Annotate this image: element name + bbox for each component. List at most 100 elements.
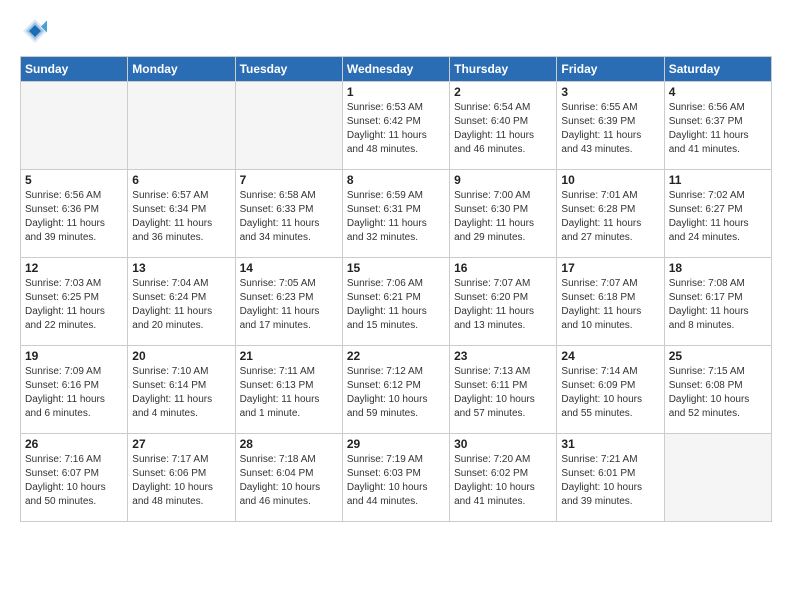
- day-info: Sunrise: 7:07 AM Sunset: 6:18 PM Dayligh…: [561, 277, 659, 333]
- day-number: 11: [669, 173, 767, 187]
- day-info: Sunrise: 6:56 AM Sunset: 6:37 PM Dayligh…: [669, 101, 767, 157]
- day-info: Sunrise: 6:59 AM Sunset: 6:31 PM Dayligh…: [347, 189, 445, 245]
- calendar-week-row: 1Sunrise: 6:53 AM Sunset: 6:42 PM Daylig…: [21, 82, 772, 170]
- calendar-cell: 18 Sunrise: 7:08 AM Sunset: 6:17 PM Dayli…: [664, 258, 771, 346]
- weekday-header-tuesday: Tuesday: [235, 57, 342, 82]
- day-number: 23: [454, 349, 552, 363]
- weekday-header-sunday: Sunday: [21, 57, 128, 82]
- calendar-cell: 10Sunrise: 7:01 AM Sunset: 6:28 PM Dayli…: [557, 170, 664, 258]
- logo-icon: [20, 16, 50, 46]
- calendar-cell: 29 Sunrise: 7:19 AM Sunset: 6:03 PM Dayli…: [342, 434, 449, 522]
- day-info: Sunrise: 6:55 AM Sunset: 6:39 PM Dayligh…: [561, 101, 659, 157]
- day-info: Sunrise: 6:53 AM Sunset: 6:42 PM Dayligh…: [347, 101, 445, 157]
- weekday-header-thursday: Thursday: [450, 57, 557, 82]
- day-number: 3: [561, 85, 659, 99]
- calendar-cell: 17 Sunrise: 7:07 AM Sunset: 6:18 PM Dayli…: [557, 258, 664, 346]
- calendar-cell: 9 Sunrise: 7:00 AM Sunset: 6:30 PM Daylig…: [450, 170, 557, 258]
- weekday-header-monday: Monday: [128, 57, 235, 82]
- day-number: 8: [347, 173, 445, 187]
- day-number: 14: [240, 261, 338, 275]
- day-number: 27: [132, 437, 230, 451]
- day-info: Sunrise: 7:05 AM Sunset: 6:23 PM Dayligh…: [240, 277, 338, 333]
- day-number: 9: [454, 173, 552, 187]
- calendar-cell: 25 Sunrise: 7:15 AM Sunset: 6:08 PM Dayli…: [664, 346, 771, 434]
- day-number: 22: [347, 349, 445, 363]
- calendar-cell: [21, 82, 128, 170]
- day-number: 15: [347, 261, 445, 275]
- day-info: Sunrise: 7:06 AM Sunset: 6:21 PM Dayligh…: [347, 277, 445, 333]
- day-info: Sunrise: 7:07 AM Sunset: 6:20 PM Dayligh…: [454, 277, 552, 333]
- day-info: Sunrise: 6:54 AM Sunset: 6:40 PM Dayligh…: [454, 101, 552, 157]
- day-number: 29: [347, 437, 445, 451]
- calendar-cell: 2Sunrise: 6:54 AM Sunset: 6:40 PM Daylig…: [450, 82, 557, 170]
- day-info: Sunrise: 7:12 AM Sunset: 6:12 PM Dayligh…: [347, 365, 445, 421]
- calendar-cell: 1Sunrise: 6:53 AM Sunset: 6:42 PM Daylig…: [342, 82, 449, 170]
- calendar-cell: 23 Sunrise: 7:13 AM Sunset: 6:11 PM Dayli…: [450, 346, 557, 434]
- day-info: Sunrise: 7:21 AM Sunset: 6:01 PM Dayligh…: [561, 453, 659, 509]
- day-info: Sunrise: 7:17 AM Sunset: 6:06 PM Dayligh…: [132, 453, 230, 509]
- weekday-header-row: SundayMondayTuesdayWednesdayThursdayFrid…: [21, 57, 772, 82]
- day-number: 25: [669, 349, 767, 363]
- day-number: 16: [454, 261, 552, 275]
- calendar-cell: 11 Sunrise: 7:02 AM Sunset: 6:27 PM Dayli…: [664, 170, 771, 258]
- day-number: 17: [561, 261, 659, 275]
- day-info: Sunrise: 7:02 AM Sunset: 6:27 PM Dayligh…: [669, 189, 767, 245]
- weekday-header-friday: Friday: [557, 57, 664, 82]
- day-number: 24: [561, 349, 659, 363]
- calendar-cell: 20Sunrise: 7:10 AM Sunset: 6:14 PM Dayli…: [128, 346, 235, 434]
- calendar-week-row: 26Sunrise: 7:16 AM Sunset: 6:07 PM Dayli…: [21, 434, 772, 522]
- calendar-cell: 31 Sunrise: 7:21 AM Sunset: 6:01 PM Dayli…: [557, 434, 664, 522]
- calendar-week-row: 5Sunrise: 6:56 AM Sunset: 6:36 PM Daylig…: [21, 170, 772, 258]
- day-number: 6: [132, 173, 230, 187]
- day-number: 28: [240, 437, 338, 451]
- calendar-cell: 28 Sunrise: 7:18 AM Sunset: 6:04 PM Dayli…: [235, 434, 342, 522]
- calendar-cell: [664, 434, 771, 522]
- calendar-container: SundayMondayTuesdayWednesdayThursdayFrid…: [0, 0, 792, 612]
- day-number: 21: [240, 349, 338, 363]
- day-info: Sunrise: 7:10 AM Sunset: 6:14 PM Dayligh…: [132, 365, 230, 421]
- day-info: Sunrise: 7:15 AM Sunset: 6:08 PM Dayligh…: [669, 365, 767, 421]
- calendar-cell: 14 Sunrise: 7:05 AM Sunset: 6:23 PM Dayli…: [235, 258, 342, 346]
- calendar-cell: 16 Sunrise: 7:07 AM Sunset: 6:20 PM Dayli…: [450, 258, 557, 346]
- day-info: Sunrise: 7:11 AM Sunset: 6:13 PM Dayligh…: [240, 365, 338, 421]
- day-info: Sunrise: 7:19 AM Sunset: 6:03 PM Dayligh…: [347, 453, 445, 509]
- calendar-cell: [235, 82, 342, 170]
- calendar-cell: 5Sunrise: 6:56 AM Sunset: 6:36 PM Daylig…: [21, 170, 128, 258]
- calendar-cell: 6 Sunrise: 6:57 AM Sunset: 6:34 PM Daylig…: [128, 170, 235, 258]
- calendar-cell: 19 Sunrise: 7:09 AM Sunset: 6:16 PM Dayli…: [21, 346, 128, 434]
- calendar-cell: 22 Sunrise: 7:12 AM Sunset: 6:12 PM Dayli…: [342, 346, 449, 434]
- day-number: 13: [132, 261, 230, 275]
- day-number: 4: [669, 85, 767, 99]
- calendar-cell: 24 Sunrise: 7:14 AM Sunset: 6:09 PM Dayli…: [557, 346, 664, 434]
- day-number: 19: [25, 349, 123, 363]
- day-number: 5: [25, 173, 123, 187]
- day-number: 7: [240, 173, 338, 187]
- day-info: Sunrise: 7:16 AM Sunset: 6:07 PM Dayligh…: [25, 453, 123, 509]
- calendar-cell: 26Sunrise: 7:16 AM Sunset: 6:07 PM Dayli…: [21, 434, 128, 522]
- day-info: Sunrise: 7:09 AM Sunset: 6:16 PM Dayligh…: [25, 365, 123, 421]
- day-info: Sunrise: 7:04 AM Sunset: 6:24 PM Dayligh…: [132, 277, 230, 333]
- calendar-cell: 3 Sunrise: 6:55 AM Sunset: 6:39 PM Daylig…: [557, 82, 664, 170]
- day-number: 30: [454, 437, 552, 451]
- day-info: Sunrise: 7:08 AM Sunset: 6:17 PM Dayligh…: [669, 277, 767, 333]
- calendar-cell: 8 Sunrise: 6:59 AM Sunset: 6:31 PM Daylig…: [342, 170, 449, 258]
- calendar-cell: 27 Sunrise: 7:17 AM Sunset: 6:06 PM Dayli…: [128, 434, 235, 522]
- day-info: Sunrise: 6:57 AM Sunset: 6:34 PM Dayligh…: [132, 189, 230, 245]
- calendar-cell: 13 Sunrise: 7:04 AM Sunset: 6:24 PM Dayli…: [128, 258, 235, 346]
- day-info: Sunrise: 7:03 AM Sunset: 6:25 PM Dayligh…: [25, 277, 123, 333]
- weekday-header-saturday: Saturday: [664, 57, 771, 82]
- day-info: Sunrise: 7:18 AM Sunset: 6:04 PM Dayligh…: [240, 453, 338, 509]
- day-number: 31: [561, 437, 659, 451]
- logo: [20, 16, 54, 46]
- day-info: Sunrise: 7:13 AM Sunset: 6:11 PM Dayligh…: [454, 365, 552, 421]
- calendar-cell: 21 Sunrise: 7:11 AM Sunset: 6:13 PM Dayli…: [235, 346, 342, 434]
- calendar-cell: 12Sunrise: 7:03 AM Sunset: 6:25 PM Dayli…: [21, 258, 128, 346]
- header: [20, 16, 772, 46]
- calendar-week-row: 12Sunrise: 7:03 AM Sunset: 6:25 PM Dayli…: [21, 258, 772, 346]
- day-info: Sunrise: 7:14 AM Sunset: 6:09 PM Dayligh…: [561, 365, 659, 421]
- day-info: Sunrise: 7:00 AM Sunset: 6:30 PM Dayligh…: [454, 189, 552, 245]
- calendar-cell: 15 Sunrise: 7:06 AM Sunset: 6:21 PM Dayli…: [342, 258, 449, 346]
- calendar-cell: 4 Sunrise: 6:56 AM Sunset: 6:37 PM Daylig…: [664, 82, 771, 170]
- day-number: 18: [669, 261, 767, 275]
- weekday-header-wednesday: Wednesday: [342, 57, 449, 82]
